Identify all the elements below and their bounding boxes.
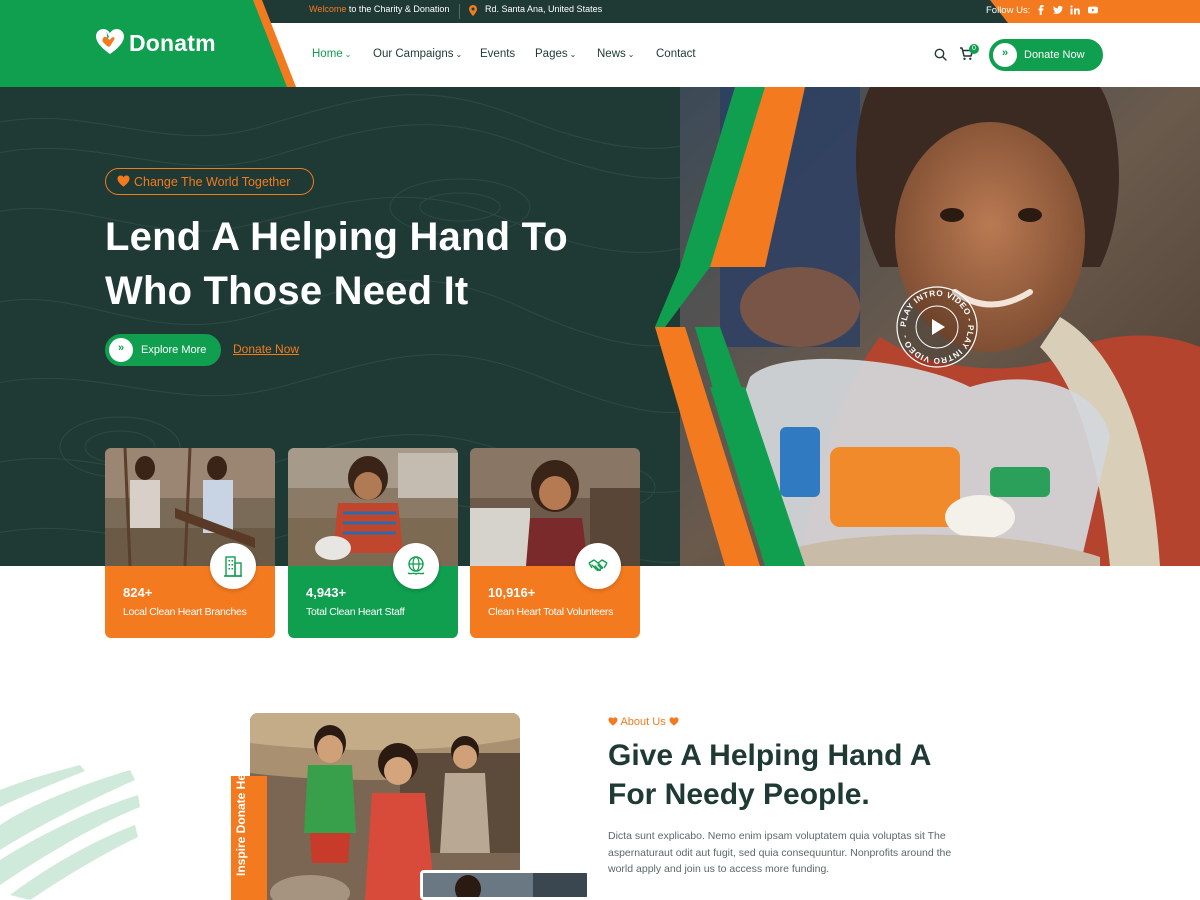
heart-icon (117, 175, 130, 187)
about-description: Dicta sunt explicabo. Nemo enim ipsam vo… (608, 830, 952, 875)
hero-tag-text: Change The World Together (134, 175, 291, 189)
double-chevron-icon: » (993, 43, 1017, 67)
building-icon (224, 556, 242, 577)
cart-count-badge: 0 (969, 44, 979, 54)
hero-title: Lend A Helping Hand To Who Those Need It (105, 210, 625, 318)
vertical-tab-inspire: Inspire Donate Help (231, 763, 267, 900)
linkedin-icon[interactable] (1069, 4, 1081, 17)
nav-our-campaigns[interactable]: Our Campaigns ⌄ (373, 48, 462, 62)
brush-stroke-decoration (0, 765, 140, 900)
hero-title-line-2: Who Those Need It (105, 269, 469, 313)
facebook-icon[interactable] (1035, 4, 1047, 17)
logo-text: Donatm (129, 30, 216, 56)
twitter-icon[interactable] (1052, 4, 1064, 17)
child-smiling-photo (470, 448, 640, 566)
top-bar-divider (459, 4, 460, 19)
search-icon[interactable] (934, 48, 947, 61)
stat-value: 824+ (123, 585, 153, 600)
stat-card-volunteers: 10,916+ Clean Heart Total Volunteers (470, 448, 640, 638)
about-us-tag: About Us (608, 716, 679, 728)
header-donate-button[interactable]: » Donate Now (989, 39, 1103, 71)
nav-contact[interactable]: Contact (656, 48, 696, 62)
stat-value: 4,943+ (306, 585, 347, 600)
stat-label: Total Clean Heart Staff (306, 606, 405, 618)
explore-more-button[interactable]: » Explore More (105, 334, 221, 366)
heart-icon (608, 717, 618, 726)
hero-tag-pill: Change The World Together (105, 168, 314, 195)
nav-events[interactable]: Events (480, 48, 515, 62)
header-donate-label: Donate Now (1024, 49, 1085, 61)
hero-chevron-decoration (655, 87, 805, 566)
stat-icon-badge (575, 543, 621, 589)
child-playing-photo (288, 448, 458, 566)
volunteer-small-photo (420, 870, 590, 900)
stat-icon-badge (210, 543, 256, 589)
about-title-line-2: For Needy People. (608, 778, 870, 811)
stat-label: Clean Heart Total Volunteers (488, 606, 614, 618)
nav-home[interactable]: Home ⌄ (312, 48, 351, 62)
explore-more-label: Explore More (141, 344, 207, 356)
address-text: Rd. Santa Ana, United States (485, 4, 603, 14)
children-swing-photo (105, 448, 275, 566)
nav-pages[interactable]: Pages ⌄ (535, 48, 576, 62)
about-title-line-1: Give A Helping Hand A (608, 739, 932, 772)
play-intro-video-button[interactable]: PLAY INTRO VIDEO - PLAY INTRO VIDEO - (895, 285, 979, 369)
stat-label: Local Clean Heart Branches (123, 606, 247, 618)
about-us-label: About Us (620, 716, 666, 728)
nav-news[interactable]: News ⌄ (597, 48, 634, 62)
globe-icon (407, 556, 425, 575)
stat-value: 10,916+ (488, 585, 536, 600)
youtube-icon[interactable] (1087, 4, 1099, 17)
handshake-icon (588, 559, 608, 572)
about-title: Give A Helping Hand A For Needy People. (608, 736, 1008, 814)
welcome-text: Welcome to the Charity & Donation (309, 4, 450, 14)
hero-donate-link[interactable]: Donate Now (233, 342, 299, 356)
follow-us-label: Follow Us: (986, 5, 1031, 16)
heart-icon (669, 717, 679, 726)
vertical-tab-text: Inspire Donate Help (234, 763, 248, 876)
hero-title-line-1: Lend A Helping Hand To (105, 215, 568, 259)
stat-icon-badge (393, 543, 439, 589)
stat-card-staff: 4,943+ Total Clean Heart Staff (288, 448, 458, 638)
heart-hand-logo-icon (96, 29, 124, 54)
double-chevron-icon: » (109, 338, 133, 362)
logo-area[interactable]: Donatm (0, 0, 296, 87)
stat-card-branches: 824+ Local Clean Heart Branches (105, 448, 275, 638)
location-pin-icon (469, 5, 477, 16)
